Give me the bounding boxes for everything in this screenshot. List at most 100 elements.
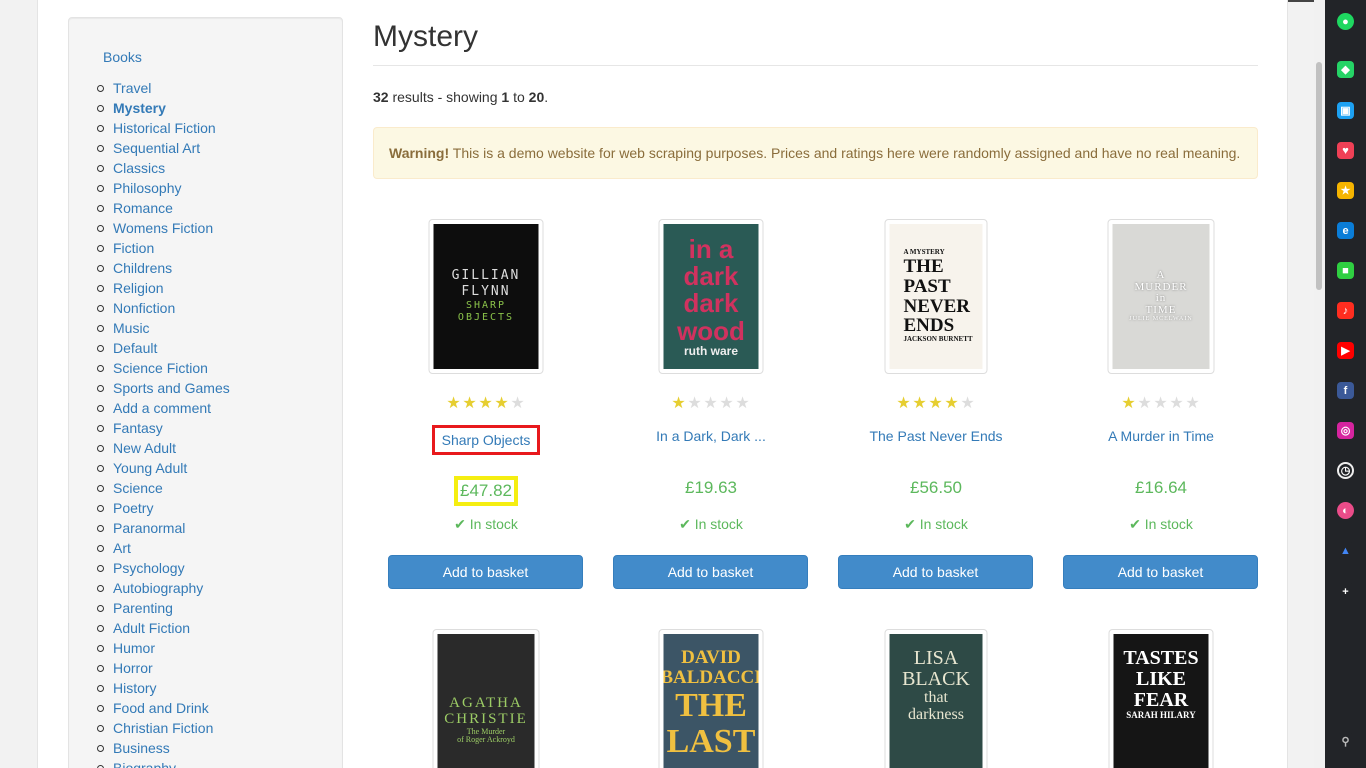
- category-link[interactable]: Biography: [113, 760, 176, 768]
- category-link[interactable]: Horror: [113, 660, 153, 676]
- category-item: Poetry: [97, 498, 230, 518]
- product-title: A Murder in Time: [1063, 425, 1259, 447]
- category-link[interactable]: Business: [113, 740, 170, 756]
- product-title-link[interactable]: In a Dark, Dark ...: [649, 425, 773, 447]
- dribbble-icon[interactable]: ◐: [1337, 502, 1354, 519]
- product-title: In a Dark, Dark ...: [613, 425, 809, 447]
- category-link[interactable]: Parenting: [113, 600, 173, 616]
- category-item: Religion: [97, 278, 230, 298]
- star-icon: ★: [510, 395, 526, 412]
- cover-text: OBJECTS: [457, 312, 515, 324]
- book-cover-image[interactable]: TASTES LIKE FEAR SARAH HILARY: [1108, 629, 1214, 768]
- add-to-basket-button[interactable]: Add to basket: [388, 555, 583, 589]
- category-item: Childrens: [97, 258, 230, 278]
- category-link[interactable]: Christian Fiction: [113, 720, 213, 736]
- category-link[interactable]: Add a comment: [113, 400, 211, 416]
- pocket-icon[interactable]: ♥: [1337, 142, 1354, 159]
- cover-text: LIKE: [1135, 668, 1187, 690]
- book-cover-image[interactable]: AGATHA CHRISTIE The Murder of Roger Ackroyd: [432, 629, 540, 768]
- add-to-basket-button[interactable]: Add to basket: [1063, 555, 1258, 589]
- category-link[interactable]: Music: [113, 320, 150, 336]
- star-icon: ★: [735, 395, 751, 412]
- check-icon: ✔: [454, 516, 470, 532]
- category-link[interactable]: Humor: [113, 640, 155, 656]
- cover-text: SARAH HILARY: [1126, 710, 1196, 720]
- drive-icon[interactable]: ▲: [1337, 542, 1354, 559]
- category-link[interactable]: Classics: [113, 160, 165, 176]
- category-link[interactable]: Childrens: [113, 260, 172, 276]
- category-item: Philosophy: [97, 178, 230, 198]
- books-root-link[interactable]: Books: [103, 49, 142, 65]
- category-link[interactable]: Paranormal: [113, 520, 185, 536]
- green-icon[interactable]: ■: [1337, 262, 1354, 279]
- stock-text: In stock: [469, 516, 518, 532]
- category-link[interactable]: Food and Drink: [113, 700, 209, 716]
- availability: ✔ In stock: [388, 516, 584, 533]
- category-link[interactable]: Womens Fiction: [113, 220, 213, 236]
- results-summary: 32 results - showing 1 to 20.: [373, 89, 548, 105]
- category-link[interactable]: Psychology: [113, 560, 185, 576]
- mail-icon[interactable]: ▣: [1337, 102, 1354, 119]
- scrollbar-thumb[interactable]: [1316, 62, 1322, 290]
- product-title-link[interactable]: Sharp Objects: [431, 425, 541, 455]
- product-title-link[interactable]: A Murder in Time: [1101, 425, 1221, 447]
- category-item: History: [97, 678, 230, 698]
- app-icon[interactable]: ●: [1337, 13, 1354, 30]
- category-link[interactable]: Sports and Games: [113, 380, 230, 396]
- category-link[interactable]: Adult Fiction: [113, 620, 190, 636]
- book-cover-image[interactable]: A MYSTERY THE PAST NEVER ENDS JACKSON BURNETT: [884, 219, 988, 374]
- category-link[interactable]: History: [113, 680, 157, 696]
- category-link[interactable]: Fantasy: [113, 420, 163, 436]
- youtube-icon[interactable]: ▶: [1337, 342, 1354, 359]
- category-link[interactable]: Poetry: [113, 500, 153, 516]
- edge-icon[interactable]: e: [1337, 222, 1354, 239]
- book-cover-image[interactable]: DAVID BALDACCI THE LAST: [658, 629, 764, 768]
- page-scrollbar[interactable]: [1314, 0, 1325, 768]
- category-item: Horror: [97, 658, 230, 678]
- results-end: .: [544, 89, 549, 105]
- book-cover-image[interactable]: GILLIAN FLYNN SHARP OBJECTS: [428, 219, 544, 374]
- chat-icon[interactable]: ◆: [1337, 61, 1354, 78]
- category-link[interactable]: Default: [113, 340, 157, 356]
- book-cover-image[interactable]: in a dark dark wood ruth ware: [658, 219, 764, 374]
- category-link[interactable]: Art: [113, 540, 131, 556]
- warning-label: Warning!: [389, 145, 450, 161]
- music-icon[interactable]: ♪: [1337, 302, 1354, 319]
- category-item: Sports and Games: [97, 378, 230, 398]
- pin-icon[interactable]: ⚲: [1337, 733, 1354, 750]
- category-link[interactable]: Religion: [113, 280, 164, 296]
- book-cover-image[interactable]: A MURDER in TIME JULIE MCELWAIN: [1107, 219, 1215, 374]
- book-cover-image[interactable]: LISA BLACK that darkness: [884, 629, 988, 768]
- category-link[interactable]: Historical Fiction: [113, 120, 216, 136]
- category-link[interactable]: Romance: [113, 200, 173, 216]
- star-icon: ★: [928, 395, 944, 412]
- cover-text: TASTES: [1123, 647, 1199, 669]
- category-item: Sequential Art: [97, 138, 230, 158]
- category-link[interactable]: Science Fiction: [113, 360, 208, 376]
- instagram-icon[interactable]: ◎: [1337, 422, 1354, 439]
- clock-icon[interactable]: ◷: [1337, 462, 1354, 479]
- category-item: Travel: [97, 78, 230, 98]
- star-rating: ★★★★★: [1063, 396, 1259, 412]
- star-icon[interactable]: ★: [1337, 182, 1354, 199]
- star-icon: ★: [944, 395, 960, 412]
- star-icon: ★: [960, 395, 976, 412]
- cover-text: darkness: [908, 705, 964, 723]
- product-title-link[interactable]: The Past Never Ends: [862, 425, 1009, 447]
- category-link[interactable]: Sequential Art: [113, 140, 200, 156]
- add-icon[interactable]: +: [1337, 583, 1354, 600]
- category-link[interactable]: Fiction: [113, 240, 154, 256]
- add-to-basket-button[interactable]: Add to basket: [613, 555, 808, 589]
- category-link[interactable]: Mystery: [113, 100, 166, 116]
- category-link[interactable]: Nonfiction: [113, 300, 175, 316]
- category-link[interactable]: Science: [113, 480, 163, 496]
- add-to-basket-button[interactable]: Add to basket: [838, 555, 1033, 589]
- category-link[interactable]: Philosophy: [113, 180, 182, 196]
- right-dock: ● ◆ ▣ ♥ ★ e ■ ♪ ▶ f ◎ ◷ ◐ ▲ + ⚲: [1325, 0, 1366, 768]
- category-item: Default: [97, 338, 230, 358]
- category-link[interactable]: Young Adult: [113, 460, 187, 476]
- category-link[interactable]: New Adult: [113, 440, 176, 456]
- category-link[interactable]: Travel: [113, 80, 151, 96]
- facebook-icon[interactable]: f: [1337, 382, 1354, 399]
- category-link[interactable]: Autobiography: [113, 580, 203, 596]
